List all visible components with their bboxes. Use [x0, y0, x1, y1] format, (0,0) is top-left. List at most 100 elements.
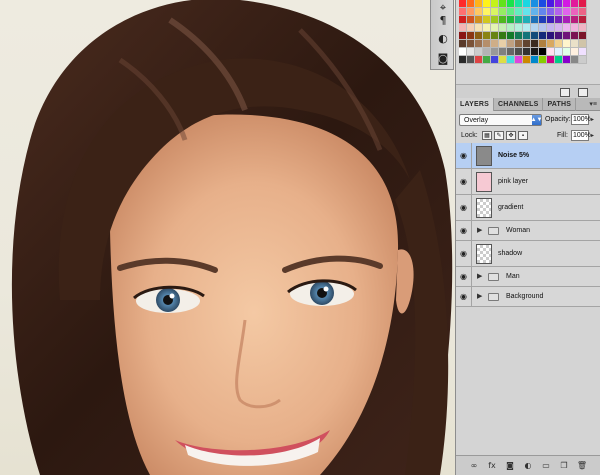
layer-row-pink[interactable]: ◉ pink layer: [456, 169, 600, 195]
delete-layer-icon[interactable]: 🗑: [576, 460, 588, 471]
color-swatch[interactable]: [491, 24, 499, 32]
color-swatch[interactable]: [571, 24, 579, 32]
color-swatch[interactable]: [579, 56, 587, 64]
color-swatch[interactable]: [563, 0, 571, 8]
layer-style-icon[interactable]: fx: [486, 460, 498, 471]
fill-arrow-icon[interactable]: ▸: [591, 132, 594, 139]
color-swatch[interactable]: [483, 8, 491, 16]
color-swatch[interactable]: [499, 40, 507, 48]
tab-paths[interactable]: PATHS: [543, 98, 577, 111]
color-swatch[interactable]: [563, 40, 571, 48]
eye-icon[interactable]: ◉: [456, 287, 472, 306]
tab-channels[interactable]: CHANNELS: [494, 98, 544, 111]
color-swatch[interactable]: [579, 40, 587, 48]
color-swatch[interactable]: [507, 24, 515, 32]
color-swatch[interactable]: [483, 48, 491, 56]
color-swatch[interactable]: [547, 32, 555, 40]
color-swatch[interactable]: [491, 56, 499, 64]
color-swatch[interactable]: [547, 0, 555, 8]
color-swatch[interactable]: [507, 56, 515, 64]
expand-triangle-icon[interactable]: ▶: [477, 226, 482, 234]
opacity-arrow-icon[interactable]: ▸: [591, 116, 594, 123]
color-swatch[interactable]: [523, 16, 531, 24]
color-swatch[interactable]: [547, 16, 555, 24]
color-swatch[interactable]: [491, 40, 499, 48]
color-swatch[interactable]: [483, 32, 491, 40]
color-swatch[interactable]: [467, 48, 475, 56]
color-swatch[interactable]: [467, 16, 475, 24]
color-swatch[interactable]: [483, 56, 491, 64]
layer-group-background[interactable]: ◉ ▶ Background: [456, 287, 600, 307]
color-swatch[interactable]: [571, 40, 579, 48]
eye-icon[interactable]: ◉: [456, 221, 472, 240]
color-swatch[interactable]: [483, 16, 491, 24]
color-swatch[interactable]: [483, 24, 491, 32]
color-swatch[interactable]: [571, 32, 579, 40]
color-swatch[interactable]: [467, 0, 475, 8]
color-swatch[interactable]: [515, 24, 523, 32]
color-swatch[interactable]: [475, 8, 483, 16]
color-swatch[interactable]: [459, 56, 467, 64]
panel-menu-icon[interactable]: ▾≡: [589, 100, 597, 108]
color-swatch[interactable]: [563, 48, 571, 56]
new-swatch-icon[interactable]: [560, 88, 570, 97]
color-swatch[interactable]: [523, 56, 531, 64]
color-swatch[interactable]: [467, 56, 475, 64]
layer-row-noise[interactable]: ◉ Noise 5%: [456, 143, 600, 169]
color-swatch[interactable]: [491, 48, 499, 56]
color-swatch[interactable]: [555, 24, 563, 32]
color-swatch[interactable]: [531, 24, 539, 32]
color-swatch[interactable]: [467, 40, 475, 48]
color-swatch[interactable]: [475, 24, 483, 32]
color-swatch[interactable]: [563, 8, 571, 16]
opacity-input[interactable]: 100%: [571, 114, 591, 125]
color-swatch[interactable]: [515, 0, 523, 8]
color-swatch[interactable]: [475, 40, 483, 48]
color-swatch[interactable]: [555, 40, 563, 48]
color-swatch[interactable]: [507, 0, 515, 8]
color-swatch[interactable]: [491, 0, 499, 8]
color-swatch[interactable]: [539, 32, 547, 40]
color-swatch[interactable]: [563, 16, 571, 24]
color-swatch[interactable]: [491, 32, 499, 40]
color-swatch[interactable]: [563, 24, 571, 32]
color-swatch[interactable]: [475, 48, 483, 56]
expand-triangle-icon[interactable]: ▶: [477, 292, 482, 300]
color-swatch[interactable]: [523, 8, 531, 16]
color-swatch[interactable]: [507, 8, 515, 16]
color-swatch[interactable]: [539, 8, 547, 16]
mask-icon[interactable]: ◙: [434, 50, 452, 66]
color-swatch[interactable]: [555, 0, 563, 8]
lock-transparency-icon[interactable]: ▦: [482, 131, 492, 140]
color-swatch[interactable]: [475, 16, 483, 24]
color-swatch[interactable]: [547, 8, 555, 16]
color-swatch[interactable]: [499, 24, 507, 32]
color-swatch[interactable]: [539, 56, 547, 64]
lock-position-icon[interactable]: ✥: [506, 131, 516, 140]
color-swatch[interactable]: [547, 24, 555, 32]
color-swatch[interactable]: [459, 48, 467, 56]
color-swatch[interactable]: [499, 8, 507, 16]
color-swatch[interactable]: [467, 8, 475, 16]
link-layers-icon[interactable]: ∞: [468, 460, 480, 471]
layer-group-woman[interactable]: ◉ ▶ Woman: [456, 221, 600, 241]
eye-icon[interactable]: ◉: [456, 195, 472, 220]
color-swatch[interactable]: [515, 16, 523, 24]
blend-mode-select[interactable]: Overlay ▲▼: [459, 114, 542, 126]
color-swatch[interactable]: [523, 48, 531, 56]
color-swatch[interactable]: [563, 56, 571, 64]
color-swatch[interactable]: [467, 32, 475, 40]
color-swatch[interactable]: [531, 16, 539, 24]
color-swatch[interactable]: [531, 56, 539, 64]
color-swatch[interactable]: [571, 56, 579, 64]
color-swatch[interactable]: [507, 32, 515, 40]
color-swatch[interactable]: [579, 24, 587, 32]
layer-mask-icon[interactable]: ◙: [504, 460, 516, 471]
color-swatch[interactable]: [459, 24, 467, 32]
color-swatch[interactable]: [459, 16, 467, 24]
swatch-grid[interactable]: [459, 0, 587, 64]
color-swatch[interactable]: [507, 40, 515, 48]
eye-icon[interactable]: ◉: [456, 241, 472, 266]
color-swatch[interactable]: [579, 8, 587, 16]
color-swatch[interactable]: [579, 48, 587, 56]
